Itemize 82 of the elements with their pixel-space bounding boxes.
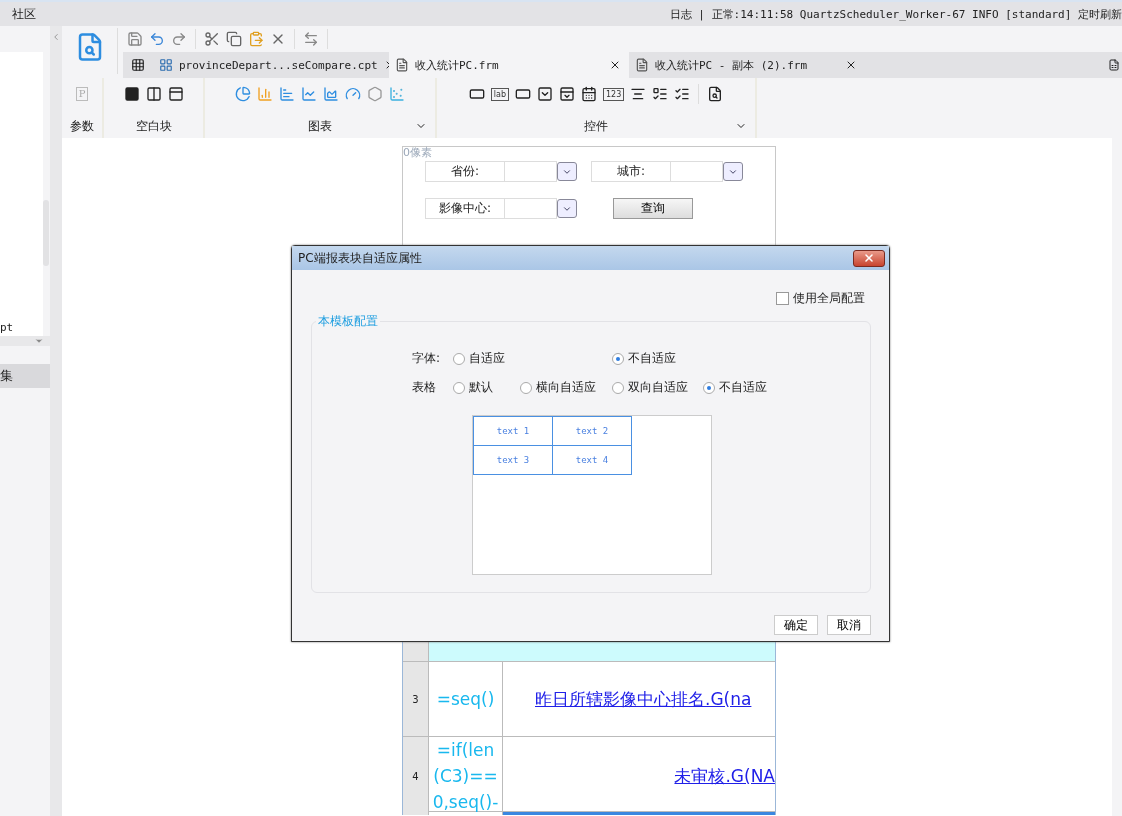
parameter-label: 城市: (591, 161, 671, 182)
cancel-button[interactable]: 取消 (827, 615, 871, 635)
option-label: 字体: (412, 350, 442, 367)
pie-chart-icon[interactable] (235, 86, 251, 102)
formula-cell: =if(len(C3)==0,seq()- (429, 737, 503, 815)
gauge-icon[interactable] (345, 86, 361, 102)
label-widget-icon[interactable]: lab (490, 87, 509, 101)
file-item[interactable]: pt (0, 321, 43, 336)
dropdown-button[interactable] (557, 162, 577, 181)
radio-option[interactable]: 不自适应 (612, 350, 676, 367)
horizontal-bar-chart-icon[interactable] (279, 86, 295, 102)
filled-block-icon[interactable] (123, 86, 140, 102)
table-layout-icon[interactable] (167, 86, 184, 102)
log-message: 日志 | 正常:14:11:58 QuartzScheduler_Worker-67 INFO [standard] 定时刷新 (669, 6, 1122, 22)
community-menu[interactable]: 社区 (12, 5, 36, 23)
query-button[interactable]: 查询 (613, 198, 693, 219)
text-box-icon[interactable] (468, 86, 485, 102)
swap-icon[interactable] (303, 31, 319, 47)
undo-icon[interactable] (149, 31, 165, 47)
dropdown-button[interactable] (557, 199, 577, 218)
radio-option[interactable]: 双向自适应 (612, 379, 703, 396)
calendar-icon[interactable] (580, 86, 597, 102)
group-label: 参数 (70, 118, 94, 135)
checkbox[interactable] (776, 292, 789, 305)
save-icon[interactable] (127, 31, 143, 47)
sidebar-item[interactable]: 集 (0, 364, 50, 388)
parameter-field[interactable] (505, 161, 557, 182)
radio-option[interactable]: 不自适应 (703, 379, 767, 396)
redo-icon[interactable] (171, 31, 187, 47)
parameter-field[interactable] (671, 161, 723, 182)
cut-icon[interactable] (204, 31, 220, 47)
radio-option[interactable]: 横向自适应 (520, 379, 612, 396)
new-grid-icon[interactable] (131, 58, 145, 72)
combo-icon[interactable] (558, 86, 575, 102)
paste-icon[interactable] (248, 31, 264, 47)
close-icon[interactable] (845, 59, 857, 71)
close-icon[interactable] (609, 59, 621, 71)
preview-cell: text 1 (473, 416, 553, 446)
dialog-title: PC端报表块自适应属性 (298, 249, 422, 267)
dropdown-icon[interactable] (536, 86, 553, 102)
parameter-label: 省份: (425, 161, 505, 182)
formula-cell: =seq() (429, 662, 503, 736)
split-layout-icon[interactable] (145, 86, 162, 102)
copy-icon[interactable] (226, 31, 242, 47)
caret-icon[interactable] (34, 336, 44, 346)
group-label: 图表 (308, 118, 332, 135)
parameter-label: 影像中心: (425, 198, 505, 219)
collapse-icon[interactable] (51, 32, 61, 42)
group-label: 控件 (584, 118, 608, 135)
ok-button[interactable]: 确定 (774, 615, 818, 635)
close-button[interactable] (853, 249, 885, 267)
button-widget-icon[interactable] (514, 86, 531, 102)
preview-cell: text 4 (552, 445, 632, 475)
radio-group-icon[interactable] (652, 86, 669, 102)
margin-label: 0像素 (403, 147, 433, 159)
preview-cell: text 2 (552, 416, 632, 446)
group-label: 空白块 (135, 118, 172, 135)
radio-option[interactable]: 自适应 (453, 350, 612, 367)
checkbox-group-icon[interactable] (674, 86, 691, 102)
row-number: 3 (403, 662, 429, 736)
bar-chart-icon[interactable] (257, 86, 273, 102)
form-file-icon (395, 58, 409, 72)
scatter-chart-icon[interactable] (389, 86, 405, 102)
scrollbar[interactable] (43, 200, 49, 266)
line-chart-icon[interactable] (301, 86, 317, 102)
preview-cell: text 3 (473, 445, 553, 475)
file-tab[interactable]: 收入统计PC.frm (389, 52, 629, 78)
option-label: 表格 (412, 379, 437, 396)
radio-option[interactable]: 默认 (453, 379, 520, 396)
text-area-icon[interactable] (630, 86, 647, 102)
close-icon (863, 252, 875, 264)
form-file-icon (635, 58, 649, 72)
section-title: 本模板配置 (316, 313, 380, 330)
link-text[interactable]: 昨日所辖影像中心排名.G(na (535, 687, 752, 711)
search-icon[interactable] (707, 86, 724, 102)
row-number: 4 (403, 737, 429, 815)
parameter-field[interactable] (505, 198, 557, 219)
number-widget-icon[interactable]: 123 (602, 87, 625, 101)
area-chart-icon[interactable] (323, 86, 339, 102)
dropdown-button[interactable] (723, 162, 743, 181)
checkbox-label: 使用全局配置 (793, 290, 865, 307)
link-text[interactable]: 未审核.G(NA (674, 764, 775, 788)
